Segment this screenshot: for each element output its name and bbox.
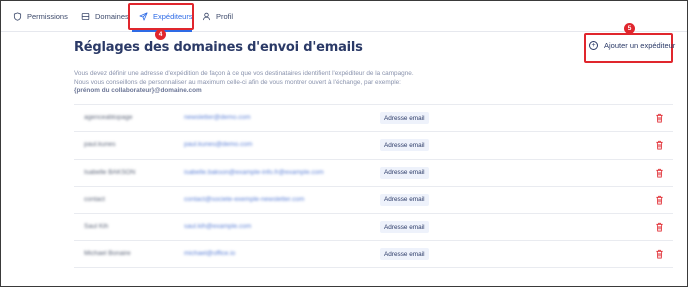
tab-domaines[interactable]: Domaines [81, 1, 129, 32]
table-row: contact contact@societe-exemple-newslett… [74, 185, 673, 213]
sender-name: Saul Kih [84, 223, 109, 231]
page-title: Réglages des domaines d'envoi d'emails [74, 40, 363, 55]
table-row: Isabelle BAKSON isabelle.bakson@example-… [74, 158, 673, 186]
trash-icon[interactable] [655, 249, 664, 259]
highlight-box-tab [128, 3, 194, 30]
sender-email: isabelle.bakson@example-info.fr@example.… [184, 168, 324, 176]
description-line: Nous vous conseillons de personnaliser a… [74, 78, 401, 86]
sender-email: saul.kih@example.com [184, 223, 252, 231]
sender-name: Isabelle BAKSON [84, 168, 136, 176]
trash-icon[interactable] [655, 168, 664, 178]
step-marker: 5 [624, 23, 635, 34]
trash-icon[interactable] [655, 222, 664, 232]
user-icon [202, 12, 211, 21]
sender-type-badge: Adresse email [380, 139, 429, 152]
table-row: paul.kunes paul.kunes@demo.com Adresse e… [74, 131, 673, 158]
sender-email: michael@office.io [184, 250, 236, 258]
sender-name: Michael Bonaire [84, 250, 131, 258]
tab-label: Domaines [95, 12, 129, 21]
sender-type-badge: Adresse email [380, 166, 429, 179]
sender-name: paul.kunes [84, 141, 116, 149]
sender-name: contact [84, 195, 105, 203]
description-example: {prénom du collaborateur}@domaine.com [74, 87, 202, 95]
shield-icon [13, 12, 22, 21]
table-row: agenceabtopage newsletter@demo.com Adres… [74, 104, 673, 131]
description-line: Vous devez définir une adresse d'expédit… [74, 70, 414, 77]
tab-label: Profil [216, 12, 234, 21]
add-sender-label: Ajouter un expéditeur [604, 41, 676, 50]
table-row: Saul Kih saul.kih@example.com Adresse em… [74, 213, 673, 240]
trash-icon[interactable] [655, 113, 664, 123]
add-sender-button[interactable]: + Ajouter un expéditeur [589, 41, 675, 50]
trash-icon[interactable] [655, 195, 664, 205]
tab-permissions[interactable]: Permissions [13, 1, 68, 32]
top-navigation: Permissions Domaines Expéditeurs Profil [1, 1, 687, 32]
step-marker: 4 [155, 29, 166, 40]
page-description: Vous devez définir une adresse d'expédit… [74, 70, 514, 96]
sender-type-badge: Adresse email [380, 248, 429, 261]
trash-icon[interactable] [655, 140, 664, 150]
senders-table: agenceabtopage newsletter@demo.com Adres… [74, 104, 673, 268]
sender-email: contact@societe-exemple-newsletter.com [184, 195, 305, 203]
sender-type-badge: Adresse email [380, 112, 429, 124]
sender-type-badge: Adresse email [380, 193, 429, 206]
server-icon [81, 12, 90, 21]
plus-circle-icon: + [589, 41, 598, 50]
tab-profil[interactable]: Profil [202, 1, 233, 32]
sender-email: paul.kunes@demo.com [184, 141, 253, 149]
sender-name: agenceabtopage [84, 114, 133, 121]
sender-email: newsletter@demo.com [184, 114, 251, 121]
tab-label: Permissions [27, 12, 68, 21]
table-row: Michael Bonaire michael@office.io Adress… [74, 240, 673, 268]
sender-type-badge: Adresse email [380, 221, 429, 234]
